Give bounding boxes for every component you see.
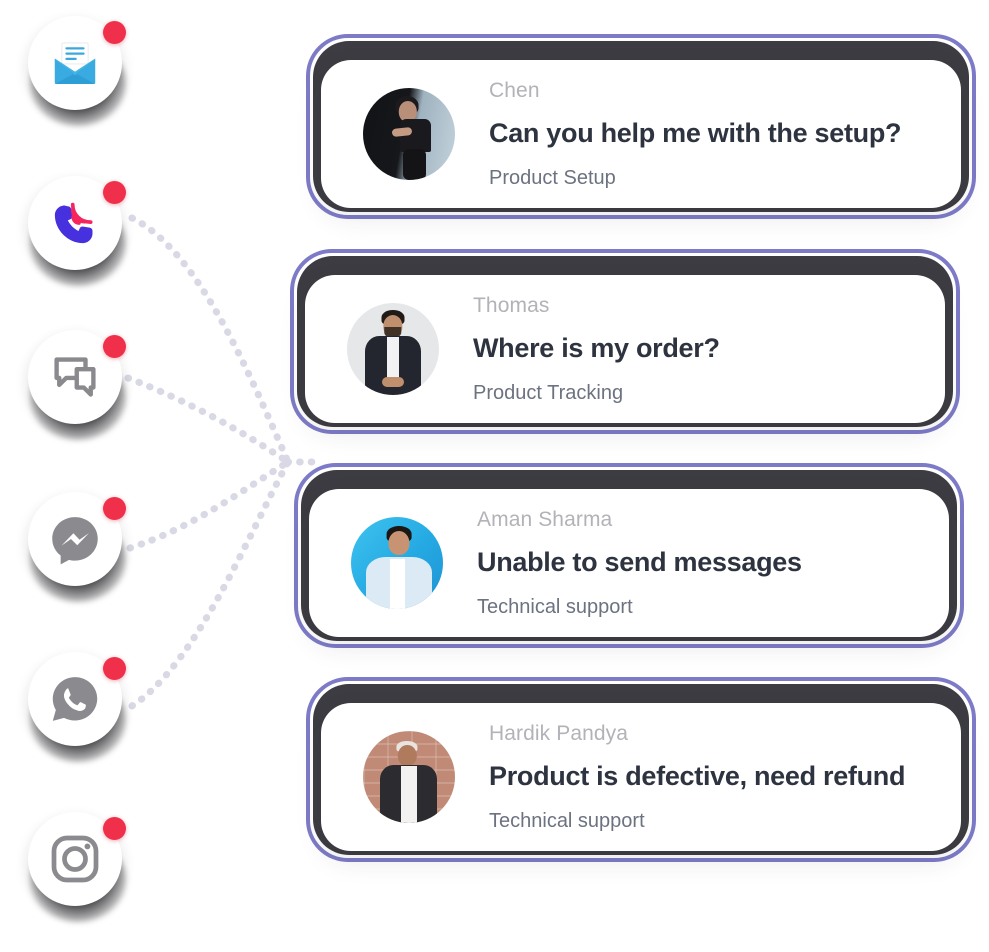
avatar — [347, 303, 439, 395]
card-text-block: Chen Can you help me with the setup? Pro… — [455, 77, 925, 191]
omnichannel-inbox-illustration: Chen Can you help me with the setup? Pro… — [0, 0, 989, 952]
card-surface[interactable]: Thomas Where is my order? Product Tracki… — [305, 275, 945, 423]
conversation-card-thomas[interactable]: Thomas Where is my order? Product Tracki… — [290, 249, 960, 434]
conversation-card-hardik[interactable]: Hardik Pandya Product is defective, need… — [306, 677, 976, 862]
message-subject: Where is my order? — [473, 333, 720, 364]
message-subject: Can you help me with the setup? — [489, 118, 902, 149]
card-surface[interactable]: Chen Can you help me with the setup? Pro… — [321, 60, 961, 208]
message-subject: Product is defective, need refund — [489, 761, 906, 792]
card-text-block: Hardik Pandya Product is defective, need… — [455, 720, 929, 834]
conversation-card-aman[interactable]: Aman Sharma Unable to send messages Tech… — [294, 463, 964, 648]
message-subject: Unable to send messages — [477, 547, 802, 578]
avatar — [351, 517, 443, 609]
avatar — [363, 88, 455, 180]
conversation-tag: Technical support — [489, 809, 645, 832]
conversation-card-chen[interactable]: Chen Can you help me with the setup? Pro… — [306, 34, 976, 219]
avatar — [363, 731, 455, 823]
conversation-tag: Technical support — [477, 595, 633, 618]
customer-name: Chen — [489, 79, 540, 103]
card-text-block: Thomas Where is my order? Product Tracki… — [439, 292, 744, 406]
customer-name: Aman Sharma — [477, 508, 613, 532]
customer-name: Hardik Pandya — [489, 722, 629, 746]
customer-name: Thomas — [473, 294, 550, 318]
conversation-card-list: Chen Can you help me with the setup? Pro… — [0, 0, 989, 952]
card-surface[interactable]: Aman Sharma Unable to send messages Tech… — [309, 489, 949, 637]
card-text-block: Aman Sharma Unable to send messages Tech… — [443, 506, 826, 620]
card-surface[interactable]: Hardik Pandya Product is defective, need… — [321, 703, 961, 851]
conversation-tag: Product Setup — [489, 166, 616, 189]
conversation-tag: Product Tracking — [473, 381, 624, 404]
